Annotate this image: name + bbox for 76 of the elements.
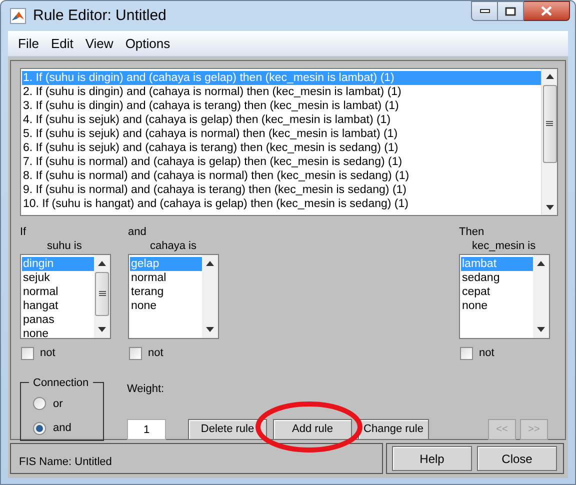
weight-label: Weight: — [127, 382, 166, 396]
minimize-button[interactable] — [471, 1, 498, 21]
not-label: not — [479, 346, 494, 361]
option-item[interactable]: cepat — [461, 285, 533, 299]
rule-item[interactable]: 9. If (suhu is normal) and (cahaya is terang) then (kec_mesin is sedang) (1) — [22, 183, 541, 197]
scroll-down-icon — [537, 327, 545, 332]
option-item[interactable]: none — [130, 299, 202, 313]
rule-item[interactable]: 10. If (suhu is hangat) and (cahaya is gelap) then (kec_mesin is sedang) (1) — [22, 197, 541, 211]
variable-label: cahaya is — [150, 239, 196, 253]
option-list[interactable]: gelap normal terang none — [128, 254, 219, 339]
scrollbar[interactable] — [94, 255, 110, 338]
footer-button[interactable]: Close — [477, 446, 557, 471]
option-item[interactable]: panas — [22, 313, 94, 327]
rule-button[interactable]: Add rule — [273, 419, 352, 440]
minimize-icon — [480, 9, 490, 13]
option-list[interactable]: dingin sejuk normal hangat panas none — [20, 254, 111, 339]
option-item[interactable]: none — [461, 299, 533, 313]
not-checkbox[interactable] — [129, 346, 142, 360]
close-icon — [541, 6, 552, 16]
maximize-button[interactable] — [498, 1, 524, 21]
grip-icon — [546, 121, 553, 127]
menu-item[interactable]: Options — [119, 34, 176, 54]
rule-button[interactable]: Change rule — [358, 419, 429, 440]
weight-field[interactable]: 1 — [127, 419, 166, 440]
radio-button[interactable] — [33, 397, 46, 410]
status-text: FIS Name: Untitled — [19, 456, 112, 468]
rule-list[interactable] — [20, 68, 558, 216]
scroll-down-icon — [98, 327, 106, 332]
radio-label: and — [53, 421, 72, 436]
close-button[interactable] — [524, 1, 570, 21]
scrollbar[interactable] — [533, 255, 549, 338]
scrollbar[interactable] — [202, 255, 218, 338]
variable-label: kec_mesin is — [472, 239, 536, 253]
footer-button[interactable]: Help — [392, 446, 472, 471]
connector-label: If — [20, 225, 26, 239]
scroll-thumb[interactable] — [542, 85, 556, 163]
menu-item[interactable]: Edit — [44, 34, 80, 54]
scroll-up-icon — [537, 261, 545, 266]
variable-label: suhu is — [47, 239, 82, 253]
rule-item[interactable]: 3. If (suhu is dingin) and (cahaya is terang) then (kec_mesin is lambat) (1) — [22, 99, 541, 113]
restore-icon — [505, 6, 516, 16]
menu-item[interactable]: File — [12, 34, 45, 54]
rule-item[interactable]: 5. If (suhu is sejuk) and (cahaya is normal) then (kec_mesin is lambat) (1) — [22, 127, 541, 141]
option-list[interactable]: lambat sedang cepat none — [459, 254, 550, 339]
app-logo-icon — [10, 8, 26, 24]
not-checkbox[interactable] — [460, 346, 473, 360]
radio-label: or — [53, 396, 63, 412]
scrollbar[interactable] — [541, 69, 557, 215]
option-item[interactable]: none — [22, 327, 94, 338]
option-item[interactable]: normal — [22, 285, 94, 299]
menu-item[interactable]: View — [79, 34, 120, 54]
option-item[interactable]: terang — [130, 285, 202, 299]
scroll-up-icon — [98, 261, 106, 266]
option-item[interactable]: hangat — [22, 299, 94, 313]
scroll-up-icon — [206, 261, 214, 266]
option-item[interactable]: sedang — [461, 271, 533, 285]
window-title: Rule Editor: Untitled — [33, 6, 166, 26]
rule-item[interactable]: 7. If (suhu is normal) and (cahaya is gelap) then (kec_mesin is sedang) (1) — [22, 155, 541, 169]
rule-item[interactable]: 6. If (suhu is sejuk) and (cahaya is terang) then (kec_mesin is sedang) (1) — [22, 141, 541, 155]
scroll-thumb[interactable] — [95, 272, 109, 316]
scroll-down-icon — [546, 205, 554, 210]
not-checkbox[interactable] — [21, 346, 34, 360]
scroll-up-icon — [546, 74, 554, 79]
rule-item[interactable]: 8. If (suhu is normal) and (cahaya is normal) then (kec_mesin is sedang) (1) — [22, 169, 541, 183]
not-label: not — [148, 346, 164, 361]
radio-button[interactable] — [33, 422, 46, 435]
option-item[interactable]: normal — [130, 271, 202, 285]
connector-label: Then — [459, 225, 484, 239]
scroll-down-icon — [206, 327, 214, 332]
not-label: not — [40, 346, 56, 361]
connector-label: and — [128, 225, 146, 239]
rule-button[interactable]: Delete rule — [188, 419, 267, 440]
grip-icon — [98, 291, 106, 297]
rule-item[interactable]: 2. If (suhu is dingin) and (cahaya is normal) then (kec_mesin is lambat) (1) — [22, 85, 541, 99]
option-item[interactable]: sejuk — [22, 271, 94, 285]
rule-item[interactable]: 4. If (suhu is sejuk) and (cahaya is gelap) then (kec_mesin is lambat) (1) — [22, 113, 541, 127]
